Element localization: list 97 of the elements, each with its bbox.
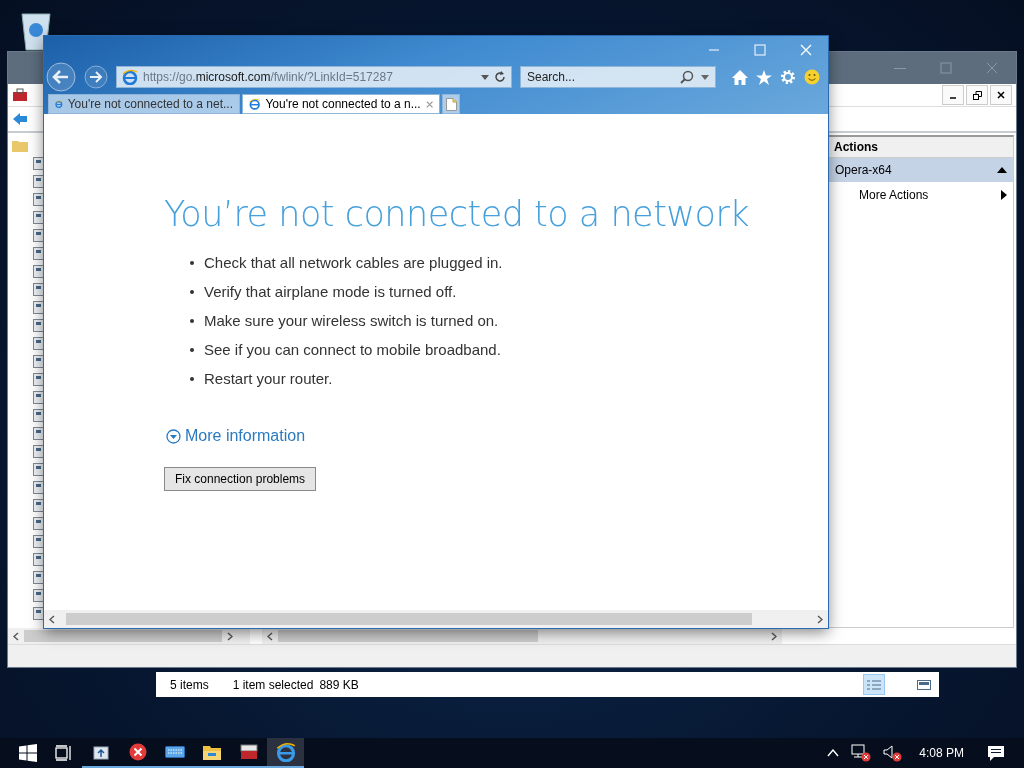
details-list-icon xyxy=(867,679,881,690)
document-icon xyxy=(33,571,44,584)
chevron-right-icon[interactable] xyxy=(817,614,823,624)
bullet-icon xyxy=(190,260,194,265)
document-icon xyxy=(33,607,44,620)
search-field[interactable]: Search... xyxy=(520,66,716,88)
bullet-icon xyxy=(190,318,194,323)
star-icon[interactable] xyxy=(756,69,772,85)
restore-button[interactable] xyxy=(966,85,988,105)
browser-tab[interactable]: You're not connected to a net... xyxy=(48,94,240,114)
pane-heading: Actions xyxy=(829,137,1013,158)
document-icon xyxy=(33,337,44,350)
document-icon xyxy=(33,481,44,494)
document-icon xyxy=(33,193,44,206)
start-button[interactable] xyxy=(19,744,37,762)
toolbox-icon xyxy=(239,744,258,760)
document-icon xyxy=(33,553,44,566)
close-tab-icon[interactable] xyxy=(425,99,433,109)
document-icon xyxy=(33,463,44,476)
document-icon xyxy=(33,409,44,422)
collapse-triangle-icon[interactable] xyxy=(997,167,1007,173)
document-icon xyxy=(33,499,44,512)
bullet-icon xyxy=(190,347,194,352)
document-icon xyxy=(33,355,44,368)
document-icon xyxy=(33,229,44,242)
restore-icon xyxy=(972,90,982,100)
document-icon xyxy=(33,535,44,548)
chevron-right-icon[interactable] xyxy=(227,631,233,641)
speaker-muted-icon[interactable] xyxy=(883,744,904,762)
address-bar[interactable]: https://go.microsoft.com/fwlink/?LinkId=517287 xyxy=(116,66,512,88)
more-information-link[interactable]: More information xyxy=(185,427,306,445)
document-icon xyxy=(33,175,44,188)
page-heading: You’re not connected to a network xyxy=(164,194,751,234)
document-icon xyxy=(33,391,44,404)
back-button[interactable] xyxy=(46,62,76,92)
expand-circle-icon[interactable] xyxy=(166,428,181,444)
file-size: 889 KB xyxy=(319,677,359,692)
fix-connection-button[interactable]: Fix connection problems xyxy=(164,467,317,491)
refresh-icon[interactable] xyxy=(494,71,506,83)
browser-logo-icon xyxy=(55,97,63,111)
document-icon xyxy=(33,517,44,530)
close-icon xyxy=(997,91,1005,99)
document-icon xyxy=(33,427,44,440)
document-icon xyxy=(33,247,44,260)
action-item[interactable]: More Actions xyxy=(829,182,1013,208)
selection-info: 1 item selected xyxy=(232,677,314,692)
search-icon[interactable] xyxy=(680,70,694,84)
toolbox-icon xyxy=(12,88,28,102)
document-icon xyxy=(33,589,44,602)
new-tab-button[interactable] xyxy=(442,94,460,114)
browser-tab[interactable]: You're not connected to a n... xyxy=(242,94,440,114)
server-upload-icon xyxy=(92,744,109,760)
error-circle-icon xyxy=(128,743,147,761)
suggestion-item: Restart your router. xyxy=(204,369,333,389)
home-icon[interactable] xyxy=(732,69,748,85)
horizontal-scrollbar[interactable] xyxy=(44,610,828,628)
suggestion-item: Verify that airplane mode is turned off. xyxy=(204,282,457,302)
browser-logo-icon xyxy=(249,97,261,111)
document-icon xyxy=(33,445,44,458)
document-icon xyxy=(33,265,44,278)
settings-icon[interactable] xyxy=(780,69,796,85)
close-button[interactable] xyxy=(990,85,1012,105)
clock[interactable]: 4:08 PM xyxy=(919,746,964,760)
preview-pane-icon xyxy=(917,679,931,690)
action-group-header[interactable]: Opera-x64 xyxy=(829,158,1013,182)
chevron-left-icon[interactable] xyxy=(49,614,55,624)
network-error-icon[interactable] xyxy=(851,744,872,762)
chevron-right-icon[interactable] xyxy=(771,631,777,641)
dropdown-arrow-icon[interactable] xyxy=(701,75,709,80)
chevron-left-icon[interactable] xyxy=(267,631,273,641)
chevron-up-icon[interactable] xyxy=(827,749,840,757)
document-icon xyxy=(33,211,44,224)
suggestion-item: Make sure your wireless switch is turned on. xyxy=(204,311,499,331)
keyboard-icon xyxy=(164,746,185,758)
browser-logo-icon xyxy=(275,742,296,762)
bullet-icon xyxy=(190,289,194,294)
notifications-icon[interactable] xyxy=(988,745,1004,761)
suggestion-item: See if you can connect to mobile broadband. xyxy=(204,340,501,360)
submenu-arrow-icon xyxy=(1001,190,1007,200)
back-arrow-icon[interactable] xyxy=(12,112,28,126)
smiley-icon[interactable] xyxy=(804,69,820,85)
bullet-icon xyxy=(190,376,194,381)
browser-logo-icon xyxy=(122,69,138,85)
folder-icon xyxy=(12,139,28,152)
item-count: 5 items xyxy=(170,677,209,692)
chevron-left-icon[interactable] xyxy=(13,631,19,641)
document-icon xyxy=(33,157,44,170)
dropdown-arrow-icon[interactable] xyxy=(481,74,489,80)
folder-icon xyxy=(202,744,221,760)
document-icon xyxy=(33,301,44,314)
task-view-button[interactable] xyxy=(55,745,73,761)
minimize-button[interactable] xyxy=(942,85,964,105)
document-icon xyxy=(33,319,44,332)
forward-button[interactable] xyxy=(84,65,108,89)
suggestion-item: Check that all network cables are plugged in. xyxy=(204,253,503,273)
document-icon xyxy=(33,373,44,386)
document-icon xyxy=(33,283,44,296)
